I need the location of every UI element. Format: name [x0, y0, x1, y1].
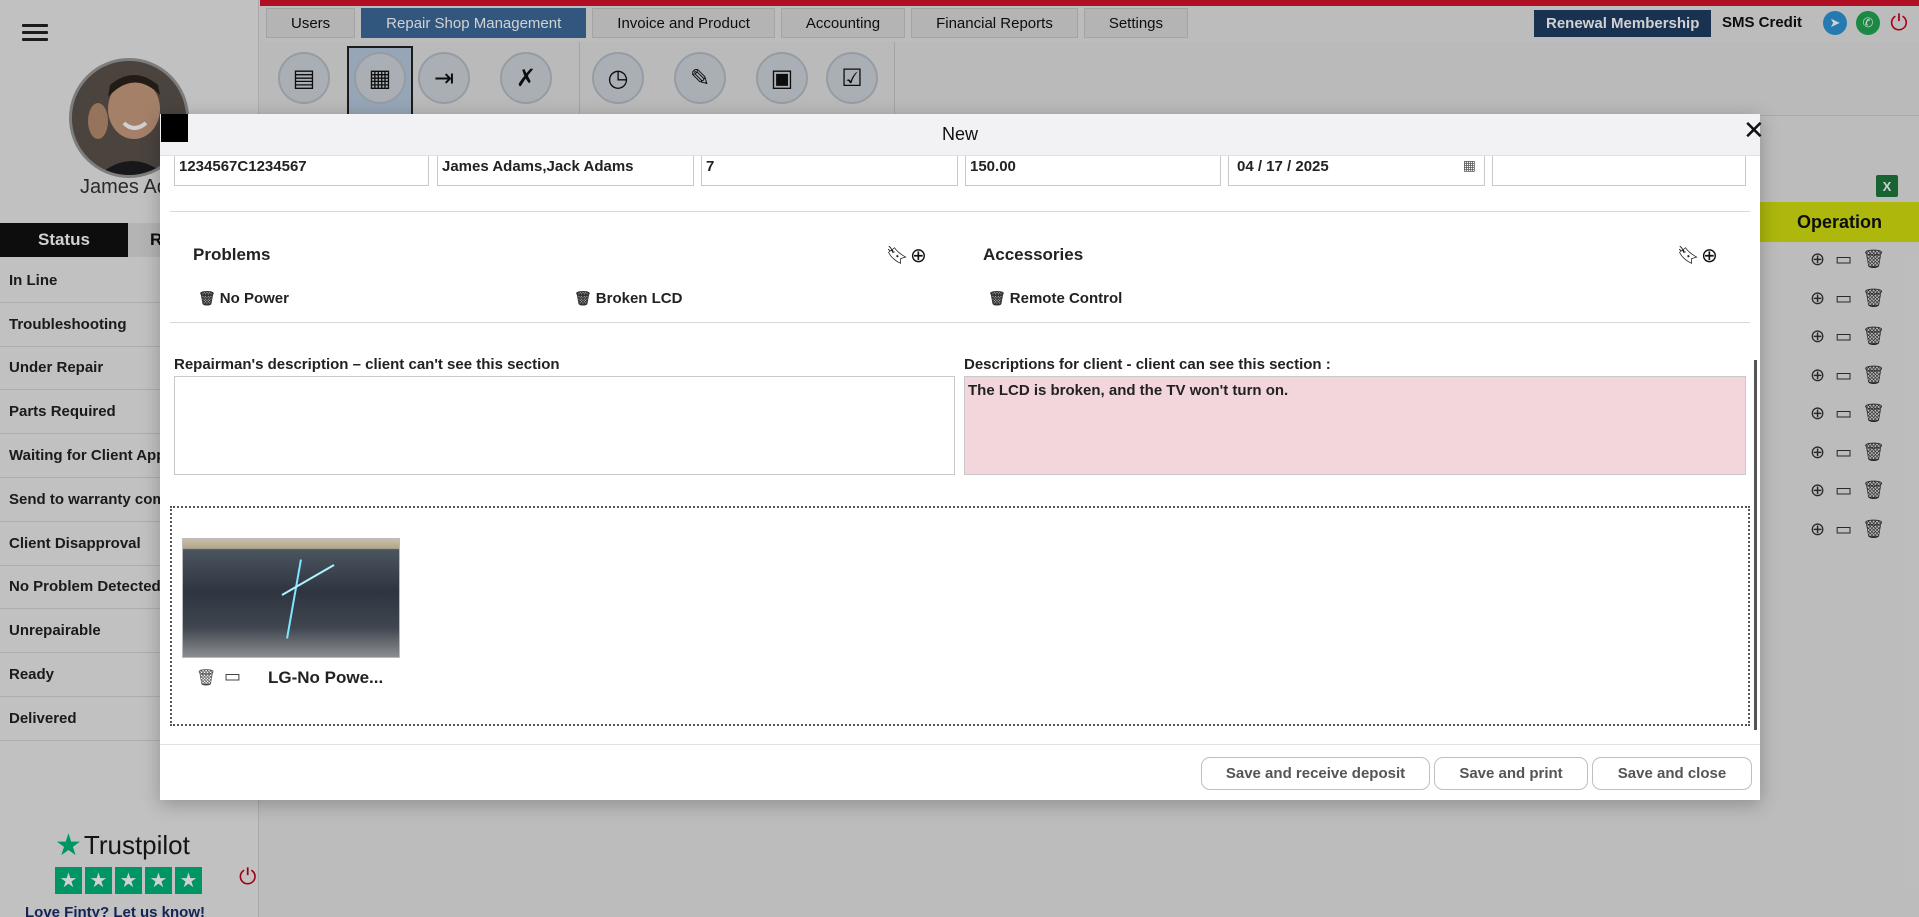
trash-icon[interactable]: 🗑︎: [988, 290, 1006, 307]
calendar-icon[interactable]: ▦: [1463, 157, 1476, 174]
screen-crack: [286, 559, 302, 639]
problem-label: No Power: [219, 290, 289, 307]
save-print-button[interactable]: Save and print: [1434, 757, 1588, 790]
repairman-desc-input[interactable]: [174, 376, 955, 475]
scrollbar[interactable]: [1754, 360, 1757, 730]
screen-crack: [281, 564, 335, 596]
divider: [170, 211, 1750, 212]
attachment-thumbnail[interactable]: [182, 538, 400, 658]
modal-title: New: [941, 124, 978, 144]
modal-header: New: [160, 114, 1760, 156]
accessories-title: Accessories: [983, 245, 1084, 264]
bookmark-icon[interactable]: 🔖︎: [1677, 245, 1700, 266]
client-desc-input[interactable]: [964, 376, 1746, 475]
top-fields: 1234567C1234567 James Adams,Jack Adams 7…: [174, 156, 1746, 186]
laptop-view-icon[interactable]: ▭: [224, 666, 241, 687]
problem-chip: 🗑︎ No Power: [198, 290, 289, 307]
search-plus-icon[interactable]: ⊕: [910, 243, 927, 268]
delete-attachment-icon[interactable]: 🗑︎: [196, 668, 216, 688]
accessory-chip: 🗑︎ Remote Control: [988, 290, 1122, 307]
repairman-desc-label: Repairman's description – client can't s…: [174, 356, 560, 373]
modal-corner-handle: [161, 114, 188, 142]
close-icon[interactable]: ✕: [1743, 117, 1765, 143]
client-desc-label: Descriptions for client - client can see…: [964, 356, 1331, 373]
trash-icon[interactable]: 🗑︎: [574, 290, 592, 307]
problem-label: Broken LCD: [595, 290, 683, 307]
extra-field[interactable]: [1492, 156, 1746, 186]
save-receive-deposit-button[interactable]: Save and receive deposit: [1201, 757, 1430, 790]
attachment-dropzone[interactable]: 🗑︎ ▭ LG-No Powe...: [170, 506, 1750, 726]
problem-chip: 🗑︎ Broken LCD: [574, 290, 682, 307]
accessory-label: Remote Control: [1009, 290, 1123, 307]
problems-title: Problems: [193, 245, 271, 264]
search-plus-icon[interactable]: ⊕: [1701, 243, 1718, 268]
trash-icon[interactable]: 🗑︎: [198, 290, 216, 307]
price-field[interactable]: 150.00: [965, 156, 1221, 186]
attachment-name: LG-No Powe...: [268, 668, 384, 687]
divider: [170, 322, 1750, 323]
serial-field[interactable]: 1234567C1234567: [174, 156, 429, 186]
date-value: 04 / 17 / 2025: [1237, 158, 1329, 175]
save-close-button[interactable]: Save and close: [1592, 757, 1752, 790]
count-field[interactable]: 7: [701, 156, 958, 186]
client-field[interactable]: James Adams,Jack Adams: [437, 156, 694, 186]
date-field[interactable]: 04 / 17 / 2025 ▦: [1228, 156, 1485, 186]
new-repair-modal: New ✕ 1234567C1234567 James Adams,Jack A…: [160, 114, 1765, 800]
modal-footer: Save and receive deposit Save and print …: [160, 744, 1760, 800]
bookmark-icon[interactable]: 🔖︎: [886, 245, 909, 266]
